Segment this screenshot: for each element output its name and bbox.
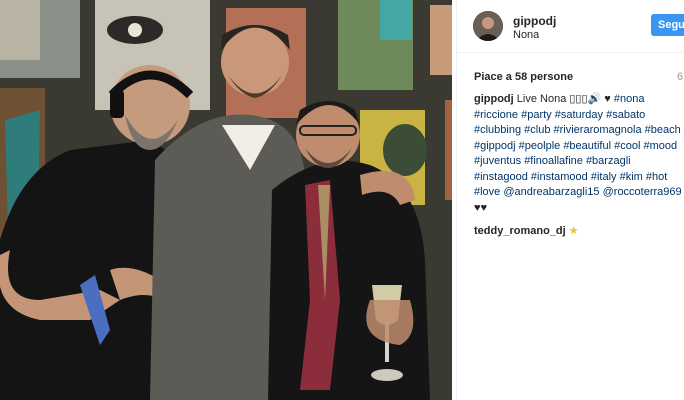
caption-username[interactable]: gippodj	[474, 93, 514, 105]
comment-username[interactable]: teddy_romano_dj	[474, 225, 566, 237]
caption-text: Live Nona	[513, 93, 570, 105]
hashtag[interactable]: #saturday	[555, 109, 603, 121]
hashtag[interactable]: #cool	[614, 140, 640, 152]
caption-comment: gippodj Live Nona ▯▯▯🔊 ♥ #nona #riccione…	[474, 92, 684, 216]
comment-item: teddy_romano_dj ★	[474, 224, 684, 240]
hashtag[interactable]: #hot	[646, 171, 667, 183]
post-photo[interactable]	[0, 0, 452, 400]
hashtag[interactable]: #party	[521, 109, 552, 121]
post-time[interactable]: 6	[677, 71, 683, 83]
post-header: gippodj Nona Segui	[457, 0, 684, 53]
hashtag[interactable]: #kim	[620, 171, 643, 183]
hashtag[interactable]: #riccione	[474, 109, 518, 121]
hashtag[interactable]: #rivieraromagnola	[554, 124, 642, 136]
star-icon: ★	[565, 225, 579, 237]
photo-illustration	[0, 0, 452, 400]
hashtag[interactable]: #clubbing	[474, 124, 521, 136]
hashtag[interactable]: #barzagli	[586, 155, 631, 167]
caption-heart: ♥	[601, 93, 614, 105]
mention-link[interactable]: @roccoterra969	[603, 186, 682, 198]
hashtag[interactable]: #mood	[643, 140, 677, 152]
follow-button[interactable]: Segui	[651, 14, 684, 36]
hashtag[interactable]: #peolple	[519, 140, 561, 152]
header-username[interactable]: gippodj	[513, 14, 556, 28]
hashtag[interactable]: #club	[524, 124, 550, 136]
hashtag[interactable]: #nona	[614, 93, 645, 105]
hashtag[interactable]: #instamood	[531, 171, 588, 183]
hashtag[interactable]: #finoallafine	[524, 155, 583, 167]
avatar[interactable]	[473, 11, 503, 41]
hashtag[interactable]: #juventus	[474, 155, 521, 167]
hashtag[interactable]: #love	[474, 186, 500, 198]
likes-count[interactable]: Piace a 58 persone	[474, 71, 573, 83]
hashtag[interactable]: #italy	[591, 171, 617, 183]
hashtag[interactable]: #gippodj	[474, 140, 516, 152]
hashtag[interactable]: #beach	[645, 124, 681, 136]
hashtag[interactable]: #beautiful	[563, 140, 611, 152]
mention-link[interactable]: @andreabarzagli15	[503, 186, 599, 198]
location-link[interactable]: Nona	[513, 29, 539, 41]
comments-list: gippodj Live Nona ▯▯▯🔊 ♥ #nona #riccione…	[474, 92, 684, 240]
avatar-image	[473, 11, 503, 41]
hashtag[interactable]: #sabato	[606, 109, 645, 121]
hashtag[interactable]: #instagood	[474, 171, 528, 183]
post-side-panel: gippodj Nona Segui Piace a 58 persone 6 …	[456, 0, 684, 400]
caption-emoji: ▯▯▯🔊	[569, 93, 602, 105]
hearts-emoji: ♥♥	[474, 201, 488, 214]
